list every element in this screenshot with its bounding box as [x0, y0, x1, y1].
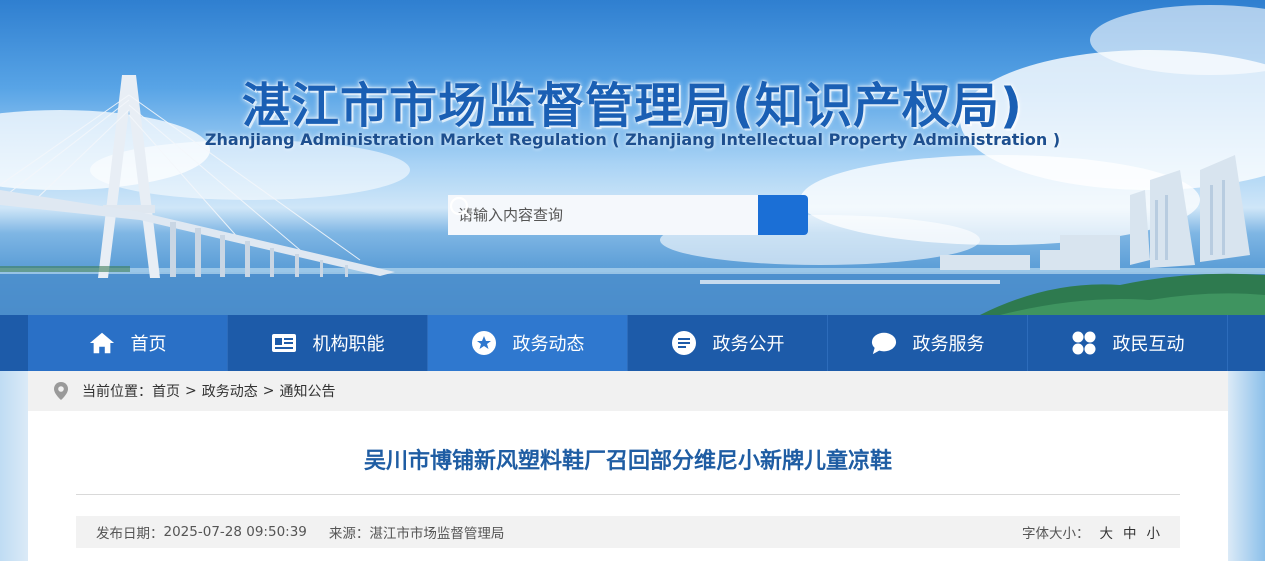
- star-icon: [471, 330, 497, 356]
- breadcrumb-prefix: 当前位置：: [82, 384, 152, 400]
- side-decoration-left: [0, 371, 28, 561]
- article-meta: 发布日期： 2025-07-28 09:50:39 来源： 湛江市市场监督管理局…: [76, 516, 1180, 548]
- home-icon: [89, 330, 115, 356]
- breadcrumb-home[interactable]: 首页: [152, 381, 180, 401]
- main-content: 当前位置： 首页 > 政务动态 > 通知公告 吴川市博铺新风塑料鞋厂召回部分维尼…: [28, 371, 1228, 561]
- search-bar: [448, 195, 808, 235]
- nav-label: 政务动态: [512, 334, 585, 355]
- nav-label: 首页: [130, 334, 167, 355]
- grid-icon: [1071, 330, 1097, 356]
- search-button[interactable]: [449, 195, 808, 235]
- breadcrumb-notice[interactable]: 通知公告: [279, 381, 335, 401]
- article-title: 吴川市博铺新风塑料鞋厂召回部分维尼小新牌儿童凉鞋: [363, 448, 892, 474]
- nav-item-interaction[interactable]: 政民互动: [1028, 315, 1228, 371]
- site-title: 湛江市市场监督管理局(知识产权局): [242, 78, 1023, 134]
- nav-item-institution[interactable]: 机构职能: [228, 315, 428, 371]
- location-pin-icon: [54, 382, 68, 400]
- nav-label: 政务公开: [712, 334, 785, 355]
- nav-label: 政民互动: [1112, 334, 1185, 355]
- breadcrumb-separator: >: [262, 383, 275, 399]
- publish-date: 2025-07-28 09:50:39: [163, 524, 307, 540]
- site-subtitle: Zhanjiang Administration Market Regulati…: [204, 130, 1061, 149]
- document-icon: [671, 330, 697, 356]
- font-size-medium-button[interactable]: 中: [1123, 522, 1137, 542]
- side-decoration-right: [1228, 371, 1265, 561]
- title-divider: [76, 494, 1180, 495]
- breadcrumb: 当前位置： 首页 > 政务动态 > 通知公告: [28, 371, 1228, 411]
- breadcrumb-news[interactable]: 政务动态: [202, 381, 258, 401]
- nav-label: 机构职能: [312, 334, 385, 355]
- nav-label: 政务服务: [912, 334, 985, 355]
- main-nav: 首页 机构职能 政务动态 政务公开 政务服务 政民互动: [0, 315, 1265, 371]
- nav-item-home[interactable]: 首页: [28, 315, 228, 371]
- banner-scenery: [0, 5, 1265, 315]
- source-label: 来源：: [328, 526, 370, 542]
- source-value: 湛江市市场监督管理局: [369, 526, 505, 542]
- header-banner: 湛江市市场监督管理局(知识产权局) Zhanjiang Administrati…: [0, 0, 1265, 315]
- font-size-label: 字体大小：: [1022, 526, 1090, 542]
- search-icon: [449, 196, 471, 218]
- font-size-small-button[interactable]: 小: [1147, 522, 1161, 542]
- breadcrumb-separator: >: [185, 383, 197, 399]
- nav-item-public[interactable]: 政务公开: [628, 315, 828, 371]
- search-input[interactable]: [448, 195, 758, 235]
- font-size-large-button[interactable]: 大: [1100, 522, 1114, 542]
- id-card-icon: [271, 330, 297, 356]
- chat-bubble-icon: [871, 330, 897, 356]
- nav-item-news[interactable]: 政务动态: [428, 315, 628, 371]
- publish-label: 发布日期：: [96, 526, 164, 542]
- nav-item-service[interactable]: 政务服务: [828, 315, 1028, 371]
